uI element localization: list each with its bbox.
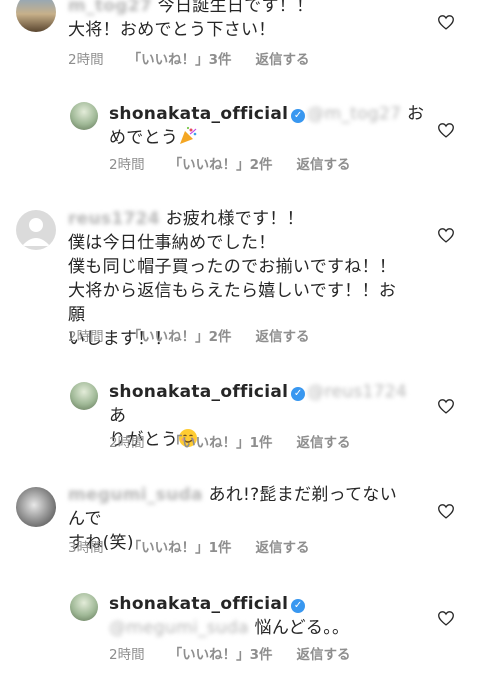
- comment-body: 今日誕生日です！！: [157, 0, 314, 16]
- comment-body: 大将から返信もらえたら嬉しいです！！お願: [68, 281, 397, 325]
- reply-button[interactable]: 返信する: [297, 646, 351, 664]
- owner-avatar[interactable]: [70, 593, 98, 621]
- default-avatar-icon[interactable]: [16, 210, 56, 250]
- likes-link[interactable]: 「いいね！」2件: [169, 156, 273, 174]
- comment-meta: 3時間 「いいね！」1件 返信する: [68, 539, 310, 557]
- comment-meta: 2時間 「いいね！」3件 返信する: [109, 646, 351, 664]
- heart-icon[interactable]: [437, 503, 455, 519]
- heart-icon[interactable]: [437, 14, 455, 30]
- reply-button[interactable]: 返信する: [297, 434, 351, 452]
- reply-button[interactable]: 返信する: [297, 156, 351, 174]
- comment: m_tog27 今日誕生日です！！ 大将！おめでとう下さい！ 2時間 「いいね！…: [0, 0, 480, 80]
- comment: reus1724 お疲れ様です！！ 僕は今日仕事納めでした！ 僕も同じ帽子買った…: [0, 205, 480, 349]
- comment-text: shonakata_official ✓ @megumi_suda 悩んどる。。: [109, 592, 429, 640]
- mention-link[interactable]: @reus1724: [307, 382, 407, 402]
- comment-body: お疲れ様です！！: [165, 209, 304, 229]
- comment: megumi_suda あれ!?髭まだ剃ってないんで すね(笑) 3時間 「いい…: [0, 483, 480, 563]
- comment-time: 2時間: [109, 647, 145, 663]
- comment-username[interactable]: reus1724: [68, 209, 160, 229]
- comment-meta: 2時間 「いいね！」2件 返信する: [109, 156, 351, 174]
- likes-link[interactable]: 「いいね！」1件: [169, 434, 273, 452]
- comment-username[interactable]: shonakata_official: [109, 104, 288, 124]
- heart-icon[interactable]: [437, 227, 455, 243]
- likes-link[interactable]: 「いいね！」2件: [128, 328, 232, 346]
- owner-avatar[interactable]: [70, 382, 98, 410]
- comment-username[interactable]: shonakata_official: [109, 594, 288, 614]
- comment-time: 2時間: [68, 52, 104, 68]
- heart-icon[interactable]: [437, 610, 455, 626]
- reply-button[interactable]: 返信する: [256, 539, 310, 557]
- reply-button[interactable]: 返信する: [256, 51, 310, 69]
- likes-link[interactable]: 「いいね！」3件: [128, 51, 232, 69]
- heart-icon[interactable]: [437, 122, 455, 138]
- likes-link[interactable]: 「いいね！」1件: [128, 539, 232, 557]
- comment-meta: 2時間 「いいね！」2件 返信する: [68, 328, 310, 346]
- reply-comment: shonakata_official ✓ @reus1724 あ りがとう 2時間 …: [0, 378, 480, 458]
- comment-meta: 2時間 「いいね！」3件 返信する: [68, 51, 310, 69]
- comment-username[interactable]: megumi_suda: [68, 485, 203, 505]
- comment-body: 大将！おめでとう下さい！: [68, 20, 276, 40]
- likes-link[interactable]: 「いいね！」3件: [169, 646, 273, 664]
- comment-body: 悩んどる。。: [254, 618, 350, 638]
- heart-icon[interactable]: [437, 398, 455, 414]
- user-avatar[interactable]: [16, 487, 56, 527]
- comment-body: あ: [109, 406, 127, 426]
- comment-body: 僕も同じ帽子買ったのでお揃いですね！！: [68, 257, 397, 277]
- verified-badge-icon: ✓: [291, 109, 306, 123]
- verified-badge-icon: ✓: [291, 387, 306, 401]
- comment-meta: 2時間 「いいね！」1件 返信する: [109, 434, 351, 452]
- comment-time: 2時間: [109, 157, 145, 173]
- mention-link[interactable]: @megumi_suda: [109, 618, 249, 638]
- comment-username[interactable]: shonakata_official: [109, 382, 288, 402]
- verified-badge-icon: ✓: [291, 599, 306, 613]
- reply-comment: shonakata_official ✓ @m_tog27 お めでとう 2時間 「…: [0, 100, 480, 180]
- comment-time: 2時間: [109, 435, 145, 451]
- comment-text: m_tog27 今日誕生日です！！ 大将！おめでとう下さい！: [68, 0, 313, 42]
- mention-link[interactable]: @m_tog27: [307, 104, 401, 124]
- comment-time: 2時間: [68, 329, 104, 345]
- owner-avatar[interactable]: [70, 102, 98, 130]
- reply-comment: shonakata_official ✓ @megumi_suda 悩んどる。。 …: [0, 590, 480, 680]
- comment-body: めでとう: [109, 128, 179, 148]
- comment-body: お: [406, 104, 425, 124]
- comment-time: 3時間: [68, 540, 104, 556]
- user-avatar[interactable]: [16, 0, 56, 32]
- reply-button[interactable]: 返信する: [256, 328, 310, 346]
- comment-text: shonakata_official ✓ @m_tog27 お めでとう: [109, 102, 429, 153]
- comment-body: 僕は今日仕事納めでした！: [68, 233, 276, 253]
- party-popper-emoji: [178, 126, 198, 153]
- comment-username[interactable]: m_tog27: [68, 0, 152, 16]
